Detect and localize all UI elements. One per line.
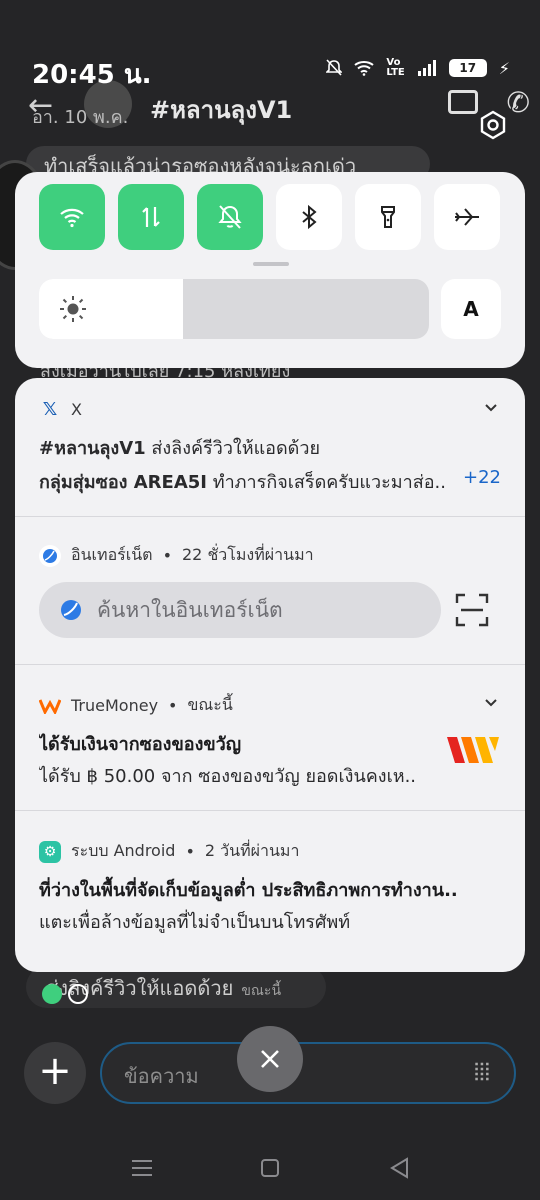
chat-date: อา. 10 พ.ค. <box>32 107 129 128</box>
close-icon <box>261 1050 279 1068</box>
notification-time: ขณะนี้ <box>187 695 233 714</box>
navigation-bar <box>0 1140 540 1200</box>
chat-message-time: ขณะนี้ <box>241 983 282 999</box>
app-name: X <box>71 399 82 419</box>
notification-truemoney[interactable]: TrueMoney • ขณะนี้ ได้รับเงินจากซองของขว… <box>15 665 525 810</box>
sender-name: กลุ่มสุ่มซอง AREA5I <box>39 472 207 493</box>
notification-body: ได้รับ ฿ 50.00 จาก ซองของขวัญ ยอดเงินคงเ… <box>39 766 417 787</box>
notification-line: กลุ่มสุ่มซอง AREA5I ทำภารกิจเสร็ดครับแวะ… <box>39 467 445 496</box>
notifications-panel: 𝕏 X #หลานลุงV1 ส่งลิงค์รีวิวให้แอดด้วย ก… <box>15 378 525 972</box>
app-badges <box>42 984 88 1004</box>
notification-time: 22 ชั่วโมงที่ผ่านมา <box>182 545 314 564</box>
quick-settings-panel: A <box>15 172 525 368</box>
chat-title: #หลานลุงV1 <box>150 96 293 124</box>
flashlight-toggle[interactable] <box>355 184 421 250</box>
phone-call-icon: ✆ <box>506 86 530 119</box>
signal-icon <box>417 60 436 76</box>
notification-header: ⚙ ระบบ Android • 2 วันที่ผ่านมา <box>39 839 299 864</box>
flashlight-icon <box>381 206 395 228</box>
more-count: +22 <box>463 467 501 488</box>
internet-search-bar[interactable]: ค้นหาในอินเทอร์เน็ต <box>39 582 441 638</box>
notification-android-system[interactable]: ⚙ ระบบ Android • 2 วันที่ผ่านมา ที่ว่างใ… <box>15 811 525 956</box>
status-bar: 20:45 น. Vo LTE 17 ⚡ <box>0 50 540 91</box>
notification-line: #หลานลุงV1 ส่งลิงค์รีวิวให้แอดด้วย <box>39 433 501 462</box>
android-system-icon: ⚙ <box>39 840 61 863</box>
message-preview: ทำภารกิจเสร็ดครับแวะมาส่อ... <box>212 472 445 493</box>
notification-header: 𝕏 X <box>39 398 82 420</box>
clear-all-notifications-button[interactable] <box>237 1026 303 1092</box>
charging-icon: ⚡ <box>498 58 510 78</box>
bell-off-icon <box>218 205 242 229</box>
notification-header: TrueMoney • ขณะนี้ <box>39 693 233 718</box>
message-preview: ส่งลิงค์รีวิวให้แอดด้วย <box>151 438 321 459</box>
notification-title: ที่ว่างในพื้นที่จัดเก็บข้อมูลต่ำ ประสิทธ… <box>39 880 458 901</box>
security-app-icon <box>42 984 62 1004</box>
add-attachment-button: + <box>24 1042 86 1104</box>
recent-apps-icon[interactable] <box>130 1156 154 1180</box>
messenger-icon <box>68 984 88 1004</box>
truemoney-app-icon <box>39 698 61 714</box>
silent-bell-icon <box>326 59 343 76</box>
sender-name: #หลานลุงV1 <box>39 438 146 459</box>
video-call-icon <box>448 90 478 114</box>
bluetooth-toggle[interactable] <box>276 184 342 250</box>
wifi-icon <box>60 208 84 228</box>
drag-handle[interactable] <box>253 262 289 266</box>
notification-internet[interactable]: อินเทอร์เน็ต • 22 ชั่วโมงที่ผ่านมา ค้นหา… <box>15 517 525 664</box>
back-icon[interactable] <box>388 1156 412 1180</box>
status-icons: Vo LTE 17 ⚡ <box>326 58 510 78</box>
wifi-status-icon <box>354 61 375 76</box>
x-app-icon: 𝕏 <box>42 398 58 420</box>
message-input: ข้อความ <box>100 1042 516 1104</box>
mobile-data-toggle[interactable] <box>118 184 184 250</box>
auto-brightness-button[interactable]: A <box>441 279 501 339</box>
expand-chevron-icon[interactable] <box>483 400 499 416</box>
airplane-icon <box>455 208 479 226</box>
battery-indicator: 17 <box>448 59 487 77</box>
app-name: TrueMoney <box>71 696 159 715</box>
internet-browser-icon <box>61 600 81 620</box>
voice-wave-icon: ⦙⦙⦙ <box>473 1058 490 1086</box>
internet-app-icon <box>39 544 61 567</box>
volte-icon: Vo LTE <box>386 57 405 78</box>
clock: 20:45 น. <box>32 60 152 90</box>
wifi-toggle[interactable] <box>39 184 105 250</box>
mobile-data-icon <box>142 207 160 227</box>
truemoney-logo-icon <box>447 737 499 763</box>
scan-icon[interactable] <box>455 593 489 627</box>
expand-chevron-icon[interactable] <box>483 695 499 711</box>
separator: • <box>168 696 178 715</box>
notification-title: ได้รับเงินจากซองของขวัญ <box>39 734 242 755</box>
notification-header: อินเทอร์เน็ต • 22 ชั่วโมงที่ผ่านมา <box>39 543 314 568</box>
notification-body: แตะเพื่อล้างข้อมูลที่ไม่จำเป็นบนโทรศัพท์ <box>39 912 351 933</box>
bluetooth-icon <box>302 204 317 230</box>
brightness-slider[interactable] <box>39 279 429 339</box>
search-placeholder: ค้นหาในอินเทอร์เน็ต <box>97 597 283 622</box>
brightness-sun-icon <box>60 296 86 322</box>
app-name: อินเทอร์เน็ต <box>71 545 153 564</box>
settings-gear-icon[interactable] <box>478 110 508 140</box>
separator: • <box>185 842 195 861</box>
notification-time: 2 วันที่ผ่านมา <box>204 841 300 860</box>
silent-mode-toggle[interactable] <box>197 184 263 250</box>
home-icon[interactable] <box>258 1156 282 1180</box>
separator: • <box>162 546 172 565</box>
airplane-mode-toggle[interactable] <box>434 184 500 250</box>
app-name: ระบบ Android <box>71 841 176 860</box>
notification-x[interactable]: 𝕏 X #หลานลุงV1 ส่งลิงค์รีวิวให้แอดด้วย ก… <box>15 378 525 516</box>
